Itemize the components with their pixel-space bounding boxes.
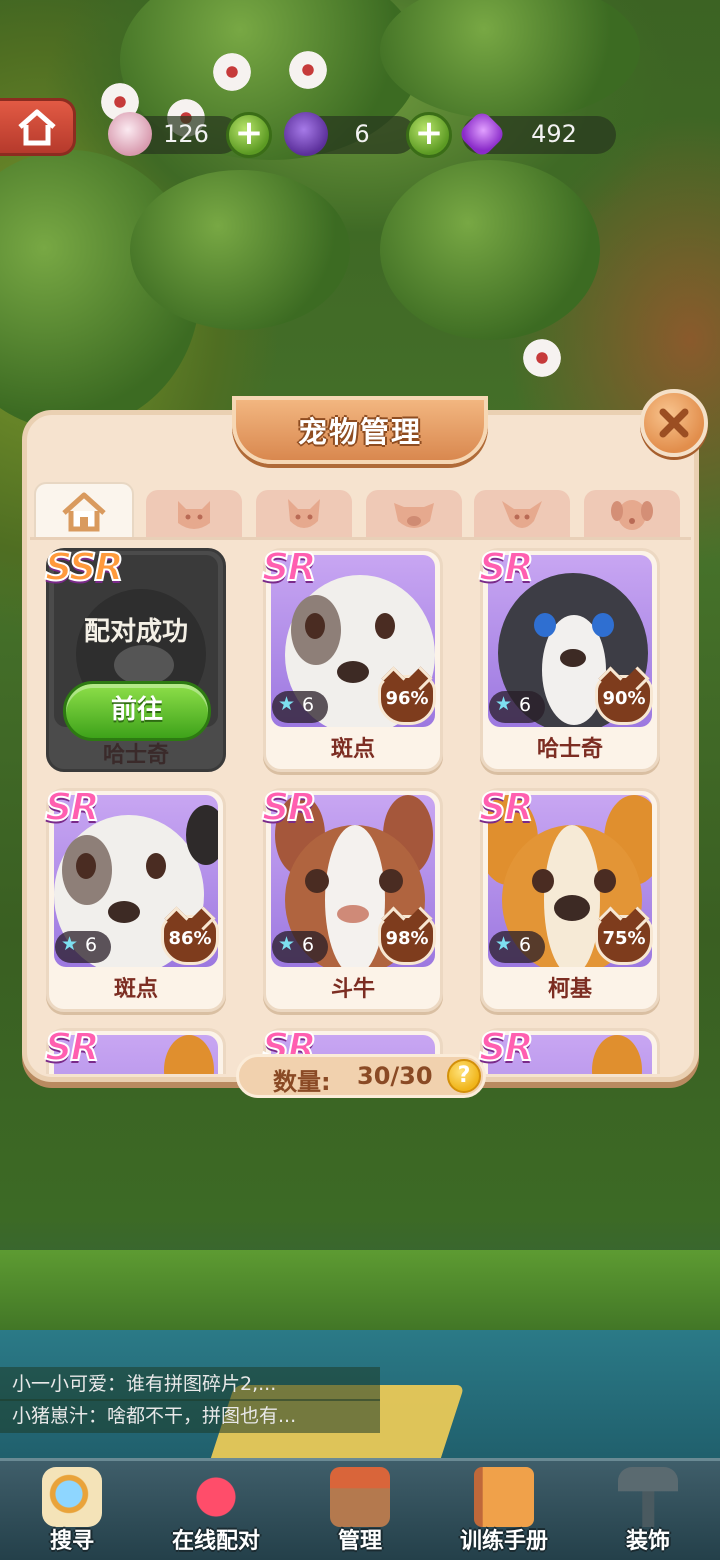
pet-card-paired[interactable]: SSR 配对成功 前往 哈士奇 xyxy=(44,544,226,772)
fox-face-icon xyxy=(288,499,320,528)
bottle-amount: 126 xyxy=(163,120,209,148)
pet-name: 斗牛 xyxy=(330,977,375,1002)
paired-status-text: 配对成功 xyxy=(83,617,188,647)
star-level-badge: ★ 6 xyxy=(55,931,111,963)
home-icon xyxy=(17,109,56,146)
pig-face-icon xyxy=(394,503,434,528)
bottom-navigation: 搜寻 在线配对 管理 训练手册 装饰 xyxy=(0,1458,720,1560)
close-icon xyxy=(659,408,689,438)
pet-card[interactable]: SR ★ 6 98% 斗牛 xyxy=(261,784,443,1012)
pet-card-grid: SSR 配对成功 前往 哈士奇 SR ★ 6 96% 斑点 SR ★ 6 90% 哈… xyxy=(30,542,690,1074)
nav-search[interactable]: 搜寻 xyxy=(0,1461,144,1560)
star-level-badge: ★ 6 xyxy=(489,691,545,723)
hammer-icon xyxy=(618,1467,678,1527)
nav-online-match[interactable]: 在线配对 xyxy=(144,1461,288,1560)
pet-house-icon xyxy=(330,1467,390,1527)
tab-deer[interactable] xyxy=(474,490,570,538)
panel-title-ribbon: 宠物管理 xyxy=(232,396,488,464)
panel-title: 宠物管理 xyxy=(297,415,422,449)
nav-label: 在线配对 xyxy=(171,1529,260,1554)
pet-name: 哈士奇 xyxy=(102,743,169,768)
star-level-badge: ★ 6 xyxy=(272,931,328,963)
rarity-label: SR xyxy=(44,1024,101,1070)
cat-face-icon xyxy=(178,501,210,529)
add-yarn-button[interactable]: + xyxy=(406,112,452,158)
pet-card[interactable]: SR ★ 6 96% 斑点 xyxy=(261,544,443,772)
pet-name: 斑点 xyxy=(113,977,158,1002)
notebook-icon xyxy=(474,1467,534,1527)
tab-divider xyxy=(30,537,691,540)
affinity-percent-badge: 90% xyxy=(595,675,653,725)
pet-card[interactable]: SR ★ 6 86% 斑点 xyxy=(44,784,226,1012)
rarity-label: SR xyxy=(478,544,535,590)
star-level-badge: ★ 6 xyxy=(489,931,545,963)
count-label: 数量: xyxy=(273,1068,331,1096)
affinity-percent-badge: 86% xyxy=(161,915,219,965)
rarity-label: SR xyxy=(44,784,101,830)
nav-training-manual[interactable]: 训练手册 xyxy=(432,1461,576,1560)
tab-fox[interactable] xyxy=(256,490,352,538)
nav-decorate[interactable]: 装饰 xyxy=(576,1461,720,1560)
rarity-label: SR xyxy=(261,544,318,590)
pet-card[interactable]: SR xyxy=(44,1024,226,1074)
nav-label: 管理 xyxy=(337,1529,382,1554)
rarity-label: SR xyxy=(478,784,535,830)
tab-dog[interactable] xyxy=(584,490,680,538)
chat-message[interactable]: 小猪崽汁：啥都不干，拼图也有... xyxy=(0,1399,380,1433)
magnifier-map-icon xyxy=(42,1467,102,1527)
affinity-percent-badge: 96% xyxy=(378,675,436,725)
yarn-amount: 6 xyxy=(354,120,370,148)
rarity-label: SSR xyxy=(44,544,125,590)
yarn-currency: 6 xyxy=(284,112,416,156)
dog-face-icon xyxy=(611,500,653,530)
nav-label: 训练手册 xyxy=(459,1529,548,1554)
chat-message[interactable]: 小一小可爱：谁有拼图碎片2,... xyxy=(0,1367,380,1401)
pet-name: 哈士奇 xyxy=(536,737,603,762)
pet-count-bar: 数量: 30/30 ? xyxy=(236,1054,486,1098)
rarity-label: SR xyxy=(478,1024,535,1070)
count-value: 30/30 xyxy=(357,1062,433,1090)
deer-face-icon xyxy=(502,501,542,528)
pet-card[interactable]: SR ★ 6 75% 柯基 xyxy=(478,784,660,1012)
nav-label: 装饰 xyxy=(625,1529,670,1554)
home-button[interactable] xyxy=(0,98,76,156)
pet-name: 斑点 xyxy=(330,737,375,762)
home-icon xyxy=(62,492,106,532)
pet-name: 柯基 xyxy=(547,977,592,1002)
tab-cat[interactable] xyxy=(146,490,242,538)
gem-amount: 492 xyxy=(531,120,577,148)
heart-arrow-icon xyxy=(186,1467,246,1527)
bottle-currency: 126 xyxy=(108,112,240,156)
tab-pig[interactable] xyxy=(366,490,462,538)
tab-home[interactable] xyxy=(34,482,134,540)
affinity-percent-badge: 98% xyxy=(378,915,436,965)
nav-manage[interactable]: 管理 xyxy=(288,1461,432,1560)
pet-card[interactable]: SR xyxy=(478,1024,660,1074)
rarity-label: SR xyxy=(261,784,318,830)
go-to-button[interactable]: 前往 xyxy=(63,681,211,741)
star-level-badge: ★ 6 xyxy=(272,691,328,723)
help-button[interactable]: ? xyxy=(447,1059,481,1093)
affinity-percent-badge: 75% xyxy=(595,915,653,965)
close-button[interactable] xyxy=(640,389,708,457)
nav-label: 搜寻 xyxy=(49,1529,94,1554)
pet-card[interactable]: SR ★ 6 90% 哈士奇 xyxy=(478,544,660,772)
gem-currency: 492 xyxy=(457,109,616,159)
add-bottle-button[interactable]: + xyxy=(226,112,272,158)
